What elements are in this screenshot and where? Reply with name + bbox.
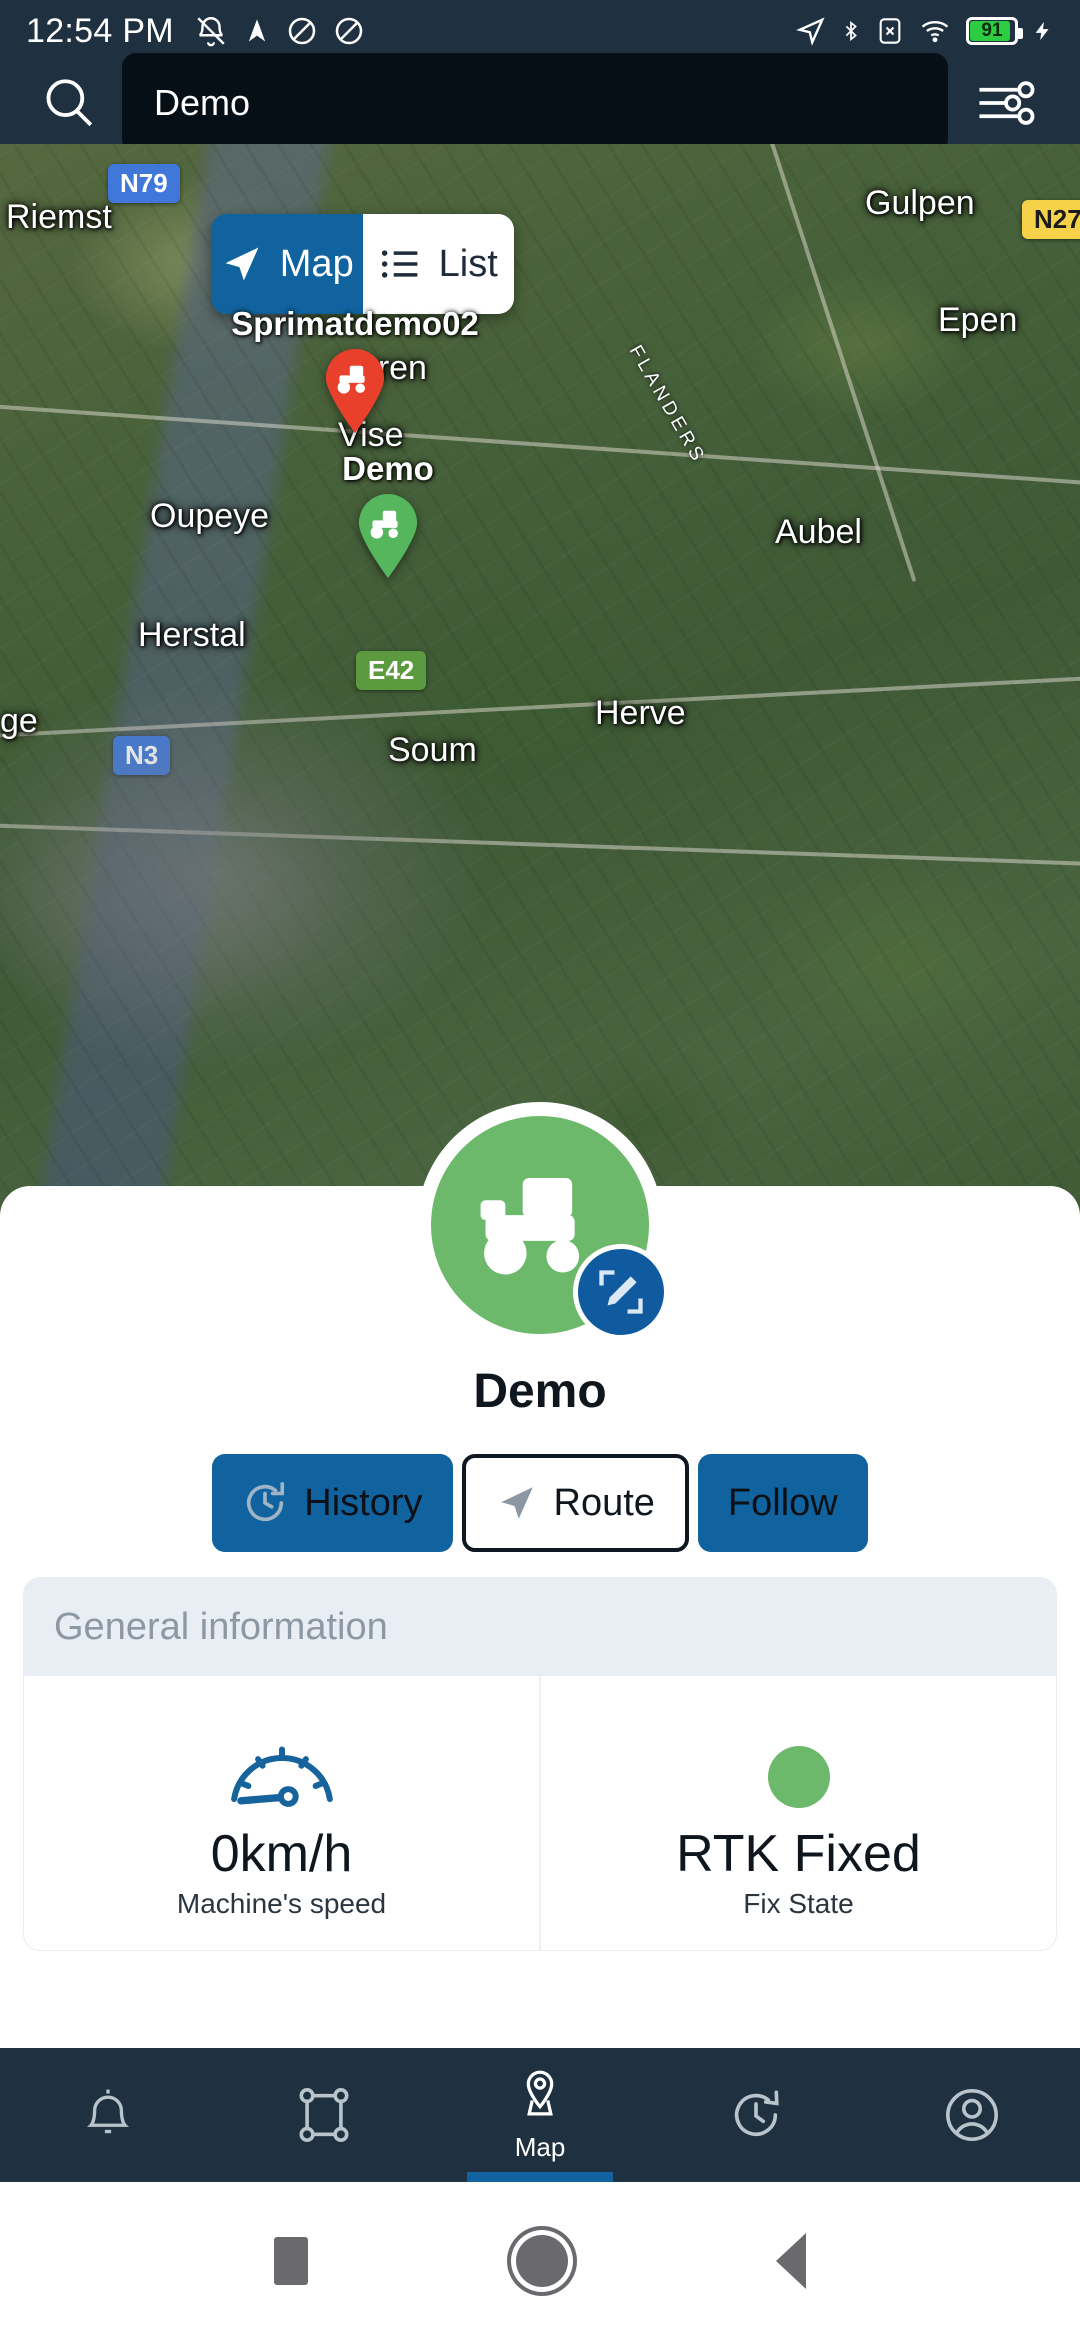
nav-item-map[interactable]: Map xyxy=(432,2048,648,2182)
filter-sliders-icon[interactable] xyxy=(958,75,1054,131)
toggle-tab-list[interactable]: List xyxy=(362,214,514,314)
nav-item-fields[interactable] xyxy=(216,2048,432,2182)
nav-item-alerts[interactable] xyxy=(0,2048,216,2182)
map-marker-label: Sprimatdemo02 xyxy=(231,305,479,342)
general-information-title: General information xyxy=(24,1578,1056,1676)
route-button[interactable]: Route xyxy=(461,1454,689,1552)
list-bullets-icon xyxy=(381,250,418,278)
map-view[interactable]: Riemst Gulpen Epen oeren Vise Oupeye Aub… xyxy=(0,144,1080,1234)
charging-bolt-icon xyxy=(1035,21,1049,41)
battery-icon: 91 xyxy=(966,17,1023,45)
map-list-toggle[interactable]: Map List xyxy=(211,214,514,314)
nav-item-history[interactable] xyxy=(648,2048,864,2182)
general-information-card: General information 0km/h Machine's spee… xyxy=(24,1578,1056,1950)
entity-name: Demo xyxy=(473,1365,607,1418)
map-place-label: Riemst xyxy=(6,198,112,236)
map-place-label: Gulpen xyxy=(865,184,975,222)
machine-speed-label: Machine's speed xyxy=(176,1888,387,1919)
sim-error-icon xyxy=(879,18,901,44)
fix-state-value: RTK Fixed xyxy=(676,1825,921,1883)
do-not-disturb-icon xyxy=(335,17,363,45)
map-marker-sprimatdemo02[interactable]: Sprimatdemo02 xyxy=(231,305,479,438)
bottom-navigation: Map xyxy=(0,2048,1080,2182)
navigation-arrow-icon xyxy=(225,247,259,281)
fix-state-label: Fix State xyxy=(743,1888,854,1919)
info-cell-speed: 0km/h Machine's speed xyxy=(24,1676,539,1950)
map-pin-icon xyxy=(526,2070,554,2116)
entity-detail-sheet: Demo History Route Follow General inform… xyxy=(0,1102,1080,2154)
tractor-icon xyxy=(358,494,418,578)
toggle-tab-map-label: Map xyxy=(279,242,354,285)
search-icon[interactable] xyxy=(26,74,112,132)
status-dot-icon xyxy=(767,1716,830,1808)
tractor-icon xyxy=(325,349,385,433)
general-information-body: 0km/h Machine's speed RTK Fixed Fix Stat… xyxy=(24,1676,1056,1950)
location-arrow-icon xyxy=(248,19,266,42)
status-bar-right-icons: 91 xyxy=(796,15,1054,47)
map-marker-label: Demo xyxy=(342,450,434,487)
nav-item-profile[interactable] xyxy=(864,2048,1080,2182)
history-clock-icon xyxy=(247,1482,285,1522)
route-button-label: Route xyxy=(553,1481,655,1524)
do-not-disturb-icon xyxy=(288,17,316,45)
edit-pencil-icon[interactable] xyxy=(573,1244,669,1340)
speedometer-icon xyxy=(225,1716,339,1808)
info-cell-fix-state: RTK Fixed Fix State xyxy=(539,1676,1056,1950)
map-place-label: ge xyxy=(0,702,38,740)
toggle-tab-list-label: List xyxy=(438,242,498,285)
field-plot-icon xyxy=(299,2088,349,2142)
history-button[interactable]: History xyxy=(212,1454,453,1552)
road-shield: N3 xyxy=(113,736,171,775)
wifi-icon xyxy=(921,21,949,43)
road-shield: E42 xyxy=(356,651,427,690)
map-place-label: Herstal xyxy=(138,616,246,654)
entity-avatar-wrap xyxy=(417,1102,669,1348)
map-place-label: Epen xyxy=(938,301,1018,339)
entity-action-buttons: History Route Follow xyxy=(0,1454,1080,1552)
home-circle-icon[interactable] xyxy=(516,2235,568,2287)
road-shield: N79 xyxy=(108,164,180,203)
map-place-label: Soum xyxy=(388,731,477,769)
machine-speed-value: 0km/h xyxy=(210,1825,353,1883)
profile-icon xyxy=(946,2089,998,2141)
history-icon xyxy=(734,2090,779,2137)
map-place-label: Aubel xyxy=(775,513,862,551)
search-input[interactable]: Demo xyxy=(122,53,948,153)
bell-icon xyxy=(87,2089,129,2134)
navigation-icon xyxy=(796,17,825,46)
battery-percent: 91 xyxy=(981,20,1003,41)
nav-active-indicator xyxy=(467,2172,613,2182)
map-place-label: Oupeye xyxy=(150,497,270,535)
history-button-label: History xyxy=(304,1481,423,1524)
road-shield: N278 xyxy=(1022,200,1080,239)
android-navigation-bar xyxy=(0,2182,1080,2340)
map-place-label: Herve xyxy=(595,694,686,732)
nav-item-map-label: Map xyxy=(514,2131,566,2162)
status-bar-time: 12:54 PM xyxy=(26,11,174,50)
back-triangle-icon[interactable] xyxy=(776,2233,806,2289)
toggle-tab-map[interactable]: Map xyxy=(211,214,363,314)
follow-button[interactable]: Follow xyxy=(697,1454,868,1552)
status-bar-left-icons xyxy=(194,14,365,48)
search-header: Demo xyxy=(0,53,1080,153)
search-input-value: Demo xyxy=(154,82,251,123)
recents-square-icon[interactable] xyxy=(274,2237,308,2285)
follow-button-label: Follow xyxy=(727,1481,838,1524)
mute-bell-icon xyxy=(197,17,225,47)
navigation-arrow-icon xyxy=(500,1487,533,1519)
map-marker-demo[interactable]: Demo xyxy=(342,450,434,583)
bluetooth-icon xyxy=(845,20,857,42)
